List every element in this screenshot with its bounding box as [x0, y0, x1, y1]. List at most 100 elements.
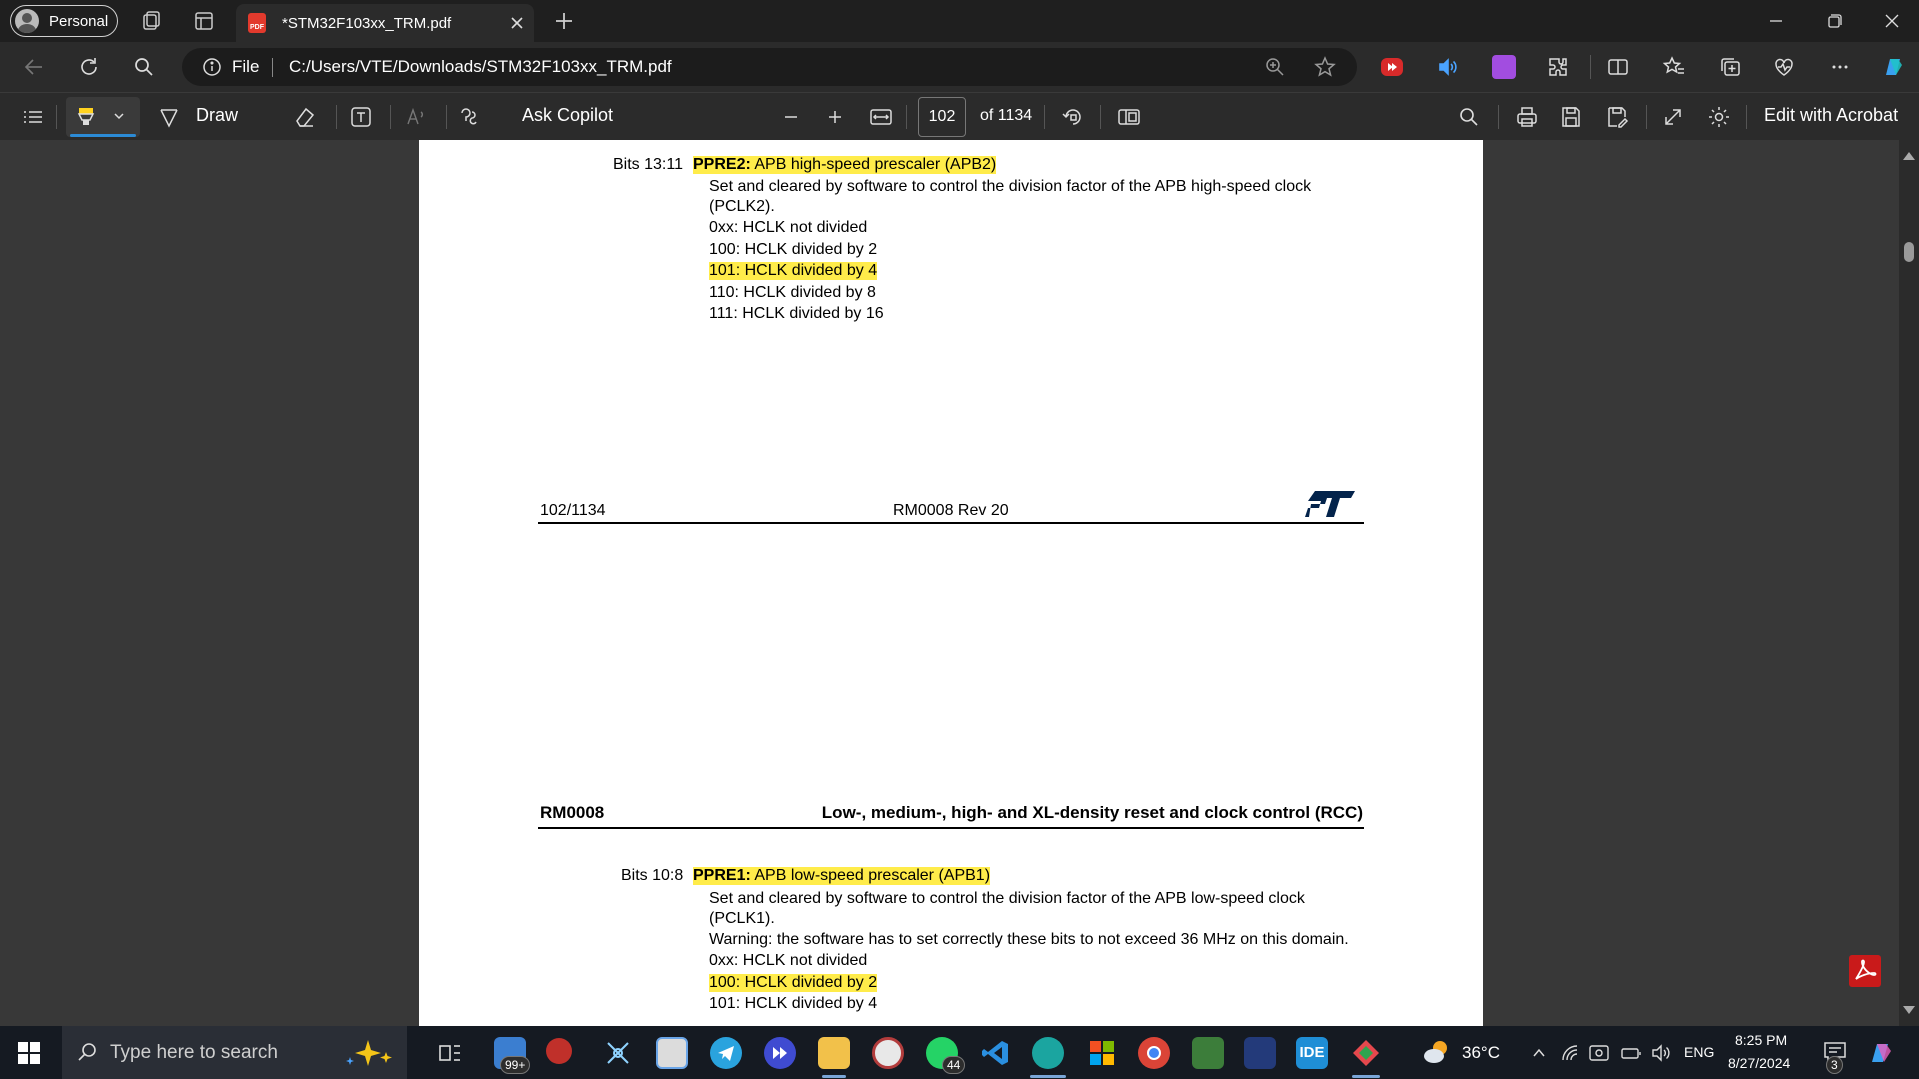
- favorites-icon[interactable]: [1662, 55, 1686, 79]
- highlight-button[interactable]: [66, 97, 140, 137]
- page-number-input[interactable]: 102: [918, 97, 966, 137]
- clock-date[interactable]: 8/27/2024: [1728, 1055, 1790, 1071]
- workspaces-icon[interactable]: [140, 9, 164, 33]
- extension-purple-icon[interactable]: [1492, 55, 1516, 79]
- page-view-icon[interactable]: [1116, 104, 1142, 130]
- active-app-indicator: [822, 1075, 846, 1078]
- vertical-scrollbar[interactable]: [1899, 140, 1919, 1026]
- microsoft-store-icon[interactable]: [1086, 1037, 1118, 1069]
- save-icon[interactable]: [1558, 104, 1584, 130]
- red-app-icon[interactable]: [546, 1038, 572, 1064]
- tab-actions-icon[interactable]: [192, 9, 216, 33]
- battery-icon[interactable]: [1620, 1043, 1642, 1063]
- contents-list-icon[interactable]: [20, 104, 46, 130]
- language-indicator[interactable]: ENG: [1684, 1044, 1714, 1060]
- draw-icon[interactable]: [156, 104, 182, 130]
- weather-icon[interactable]: [1422, 1038, 1452, 1066]
- task-view-icon[interactable]: [434, 1037, 466, 1069]
- split-screen-icon[interactable]: [1606, 55, 1630, 79]
- info-icon[interactable]: [202, 57, 222, 77]
- footer-doc-id: RM0008 Rev 20: [893, 502, 1009, 519]
- acrobat-button[interactable]: [1849, 955, 1881, 987]
- more-options-icon[interactable]: [1828, 55, 1852, 79]
- active-tool-indicator: [70, 134, 136, 137]
- print-icon[interactable]: [1514, 104, 1540, 130]
- copilot-icon[interactable]: [1880, 53, 1908, 81]
- camera-app-icon[interactable]: [872, 1037, 904, 1069]
- pdf-page-103: RM0008 Low-, medium-, high- and XL-densi…: [419, 697, 1483, 1026]
- chrome-icon[interactable]: [1138, 1037, 1170, 1069]
- favorite-star-icon[interactable]: [1314, 56, 1336, 78]
- zoom-out-icon[interactable]: [778, 104, 804, 130]
- scroll-down-arrow[interactable]: [1903, 1006, 1915, 1014]
- scroll-thumb[interactable]: [1904, 242, 1914, 262]
- fit-page-icon[interactable]: [868, 104, 894, 130]
- chevron-down-icon[interactable]: [112, 109, 126, 123]
- edit-with-acrobat-button[interactable]: Edit with Acrobat: [1764, 105, 1898, 126]
- address-bar[interactable]: File C:/Users/VTE/Downloads/STM32F103xx_…: [182, 48, 1357, 86]
- zoom-in-icon[interactable]: [822, 104, 848, 130]
- file-viewer-app-icon[interactable]: [656, 1037, 688, 1069]
- close-tab-icon[interactable]: [508, 14, 526, 32]
- media-player-icon[interactable]: [764, 1037, 796, 1069]
- toolbar-divider: [1498, 105, 1499, 129]
- toolbar-divider: [1590, 55, 1591, 79]
- draw-label[interactable]: Draw: [196, 105, 238, 126]
- stm32-cube-ide-icon[interactable]: IDE: [1296, 1037, 1328, 1069]
- youtube-extension-icon[interactable]: [1381, 58, 1403, 76]
- stm32-cubemx-icon[interactable]: [1244, 1037, 1276, 1069]
- vim-app-icon[interactable]: [1192, 1037, 1224, 1069]
- windows-start-icon[interactable]: [18, 1042, 40, 1064]
- address-url[interactable]: C:/Users/VTE/Downloads/STM32F103xx_TRM.p…: [289, 57, 672, 77]
- find-icon[interactable]: [1456, 104, 1482, 130]
- fullscreen-icon[interactable]: [1660, 104, 1686, 130]
- restore-icon[interactable]: [1820, 8, 1848, 34]
- weather-temp[interactable]: 36°C: [1462, 1043, 1500, 1063]
- collections-icon[interactable]: [1718, 55, 1742, 79]
- close-window-icon[interactable]: [1878, 8, 1906, 34]
- pdf-viewer[interactable]: Bits 13:11 PPRE2: APB high-speed prescal…: [0, 140, 1919, 1026]
- vscode-icon[interactable]: [980, 1037, 1012, 1069]
- profile-button[interactable]: Personal: [10, 5, 118, 37]
- value-line: 101: HCLK divided by 4: [709, 995, 878, 1012]
- copilot-taskbar-icon[interactable]: [1866, 1038, 1896, 1068]
- search-icon[interactable]: [132, 55, 156, 79]
- address-scheme: File: [232, 57, 260, 76]
- clock-time[interactable]: 8:25 PM: [1735, 1032, 1787, 1048]
- zoom-icon[interactable]: [1264, 56, 1286, 78]
- chevron-up-icon[interactable]: [1530, 1044, 1548, 1062]
- extensions-icon[interactable]: [1546, 55, 1570, 79]
- taskbar: Type here to search 99+ 44 IDE 36°C ENG …: [0, 1026, 1919, 1079]
- network-icon[interactable]: [1560, 1043, 1580, 1063]
- read-aloud-icon[interactable]: [1436, 55, 1460, 79]
- ask-copilot-button[interactable]: Ask Copilot: [522, 105, 613, 126]
- profile-label: Personal: [49, 12, 109, 30]
- new-tab-icon[interactable]: [552, 9, 576, 33]
- read-aloud-text-icon[interactable]: [404, 104, 430, 130]
- translate-icon[interactable]: [458, 104, 484, 130]
- rotate-icon[interactable]: [1060, 104, 1086, 130]
- minimize-icon[interactable]: [1762, 8, 1790, 34]
- volume-icon[interactable]: [1650, 1043, 1672, 1063]
- snipping-tool-icon[interactable]: [602, 1037, 634, 1069]
- tab-pdf[interactable]: PDF *STM32F103xx_TRM.pdf: [236, 4, 534, 42]
- refresh-icon[interactable]: [77, 55, 101, 79]
- edge-browser-icon[interactable]: [1032, 1037, 1064, 1069]
- telegram-icon[interactable]: [710, 1037, 742, 1069]
- tab-bar: Personal PDF *STM32F103xx_TRM.pdf: [0, 0, 1919, 42]
- settings-gear-icon[interactable]: [1706, 104, 1732, 130]
- toolbar-divider: [1746, 105, 1747, 129]
- file-explorer-icon[interactable]: [818, 1037, 850, 1069]
- scroll-up-arrow[interactable]: [1903, 152, 1915, 160]
- meet-now-icon[interactable]: [1588, 1042, 1610, 1064]
- taskbar-search[interactable]: Type here to search: [62, 1026, 407, 1079]
- save-as-icon[interactable]: [1604, 104, 1630, 130]
- toolbar-divider: [390, 105, 391, 129]
- copilot-sparkle-icon[interactable]: [342, 1038, 396, 1068]
- eraser-icon[interactable]: [292, 104, 318, 130]
- text-box-icon[interactable]: [348, 104, 374, 130]
- value-line: 111: HCLK divided by 16: [709, 305, 884, 322]
- browser-essentials-icon[interactable]: [1772, 55, 1796, 79]
- back-icon[interactable]: [22, 55, 46, 79]
- git-app-icon[interactable]: [1350, 1037, 1382, 1069]
